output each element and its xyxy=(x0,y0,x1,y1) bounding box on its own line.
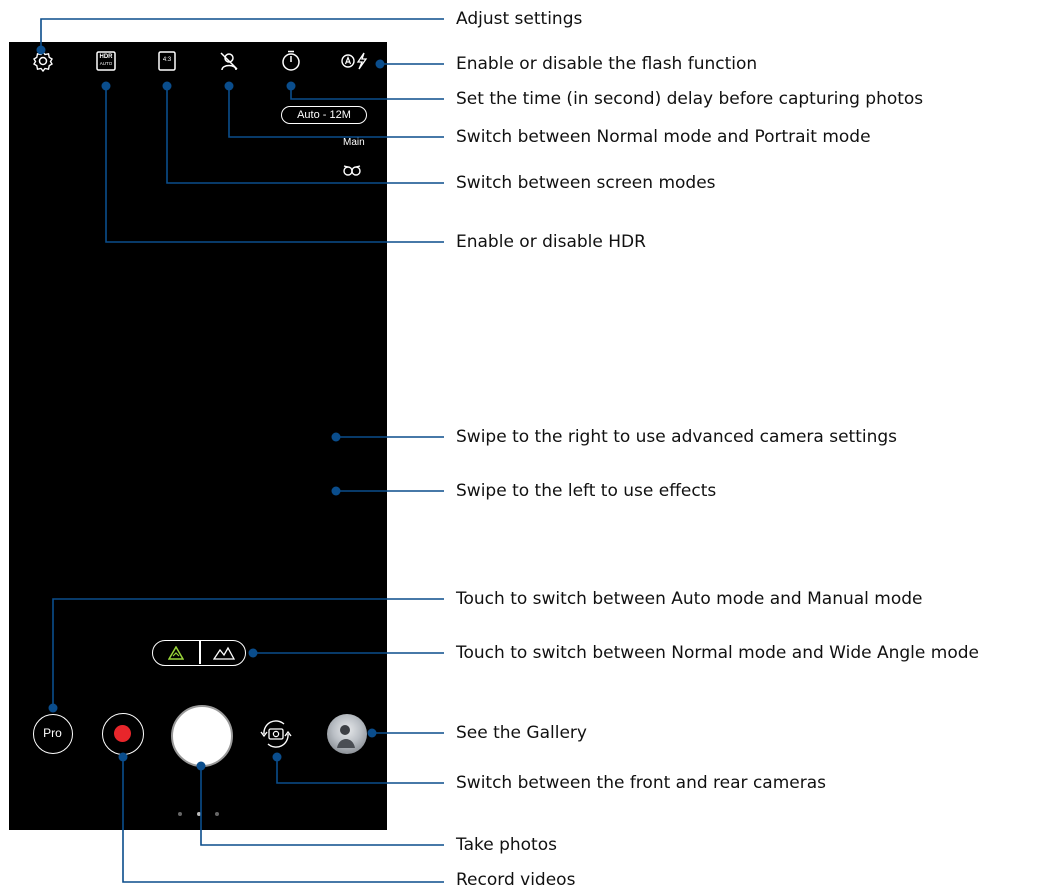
callout-swipe-right: Swipe to the right to use advanced camer… xyxy=(456,427,898,447)
callout-switch-camera: Switch between the front and rear camera… xyxy=(456,773,826,793)
callout-take-photos: Take photos xyxy=(456,835,557,855)
callout-swipe-left: Swipe to the left to use effects xyxy=(456,481,717,501)
callout-wide-angle: Touch to switch between Normal mode and … xyxy=(456,643,979,663)
callout-gallery: See the Gallery xyxy=(456,723,587,743)
callout-timer: Set the time (in second) delay before ca… xyxy=(456,89,924,109)
callout-flash: Enable or disable the flash function xyxy=(456,54,758,74)
callout-adjust-settings: Adjust settings xyxy=(456,9,583,29)
callout-portrait: Switch between Normal mode and Portrait … xyxy=(456,127,871,147)
callout-hdr: Enable or disable HDR xyxy=(456,232,646,252)
callout-record-videos: Record videos xyxy=(456,870,576,890)
callout-pro-mode: Touch to switch between Auto mode and Ma… xyxy=(456,589,923,609)
callout-screen-modes: Switch between screen modes xyxy=(456,173,716,193)
